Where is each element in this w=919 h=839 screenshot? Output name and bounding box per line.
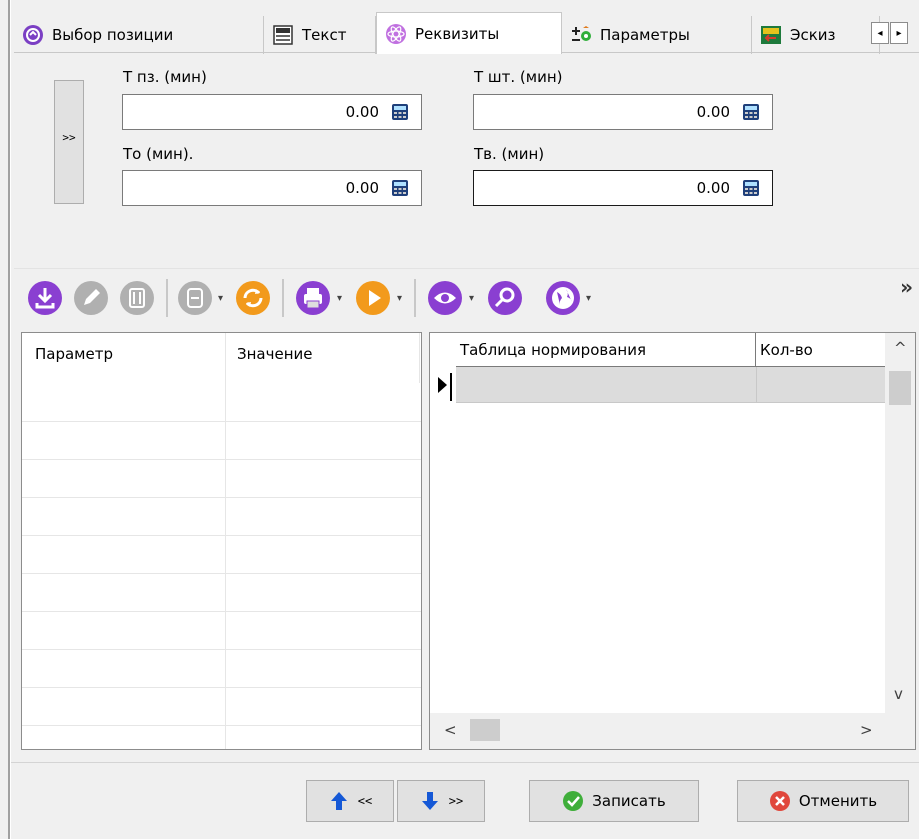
window-left-border-highlight xyxy=(10,0,11,839)
toolbar-separator xyxy=(414,279,416,317)
row-line xyxy=(22,573,421,574)
tv-label: Тв. (мин) xyxy=(474,145,545,163)
parameters-grid[interactable]: Параметр Значение xyxy=(21,332,422,750)
tpz-label: Т пз. (мин) xyxy=(123,68,207,86)
scrollbar-thumb[interactable] xyxy=(470,719,500,741)
row-line xyxy=(22,649,421,650)
globe-icon[interactable] xyxy=(544,279,582,317)
row-line xyxy=(22,535,421,536)
tab-label: Эскиз xyxy=(790,26,836,44)
chevron-down-icon[interactable]: ▾ xyxy=(397,293,407,304)
toolbar-overflow-button[interactable]: » xyxy=(900,275,913,299)
chevron-down-icon[interactable]: ▾ xyxy=(469,293,479,304)
view-icon[interactable] xyxy=(426,279,464,317)
row-line xyxy=(22,611,421,612)
tpz-field[interactable]: 0.00 xyxy=(122,94,422,130)
checkmark-icon xyxy=(563,791,584,811)
row-indicator-column xyxy=(430,333,456,749)
sketch-icon xyxy=(761,26,781,44)
column-separator xyxy=(419,333,420,383)
tab-scroll-left-button[interactable]: ◂ xyxy=(871,22,889,44)
toolbar-separator xyxy=(166,279,168,317)
toolbar: ▾ ▾ ▾ ▾ ▾ » xyxy=(14,268,919,328)
column-header-value[interactable]: Значение xyxy=(237,345,313,363)
print-icon[interactable] xyxy=(294,279,332,317)
text-document-icon xyxy=(273,25,293,45)
expand-panel-button[interactable]: >> xyxy=(54,80,84,204)
column-header-parameter[interactable]: Параметр xyxy=(35,345,113,363)
row-line xyxy=(22,421,421,422)
tpz-value: 0.00 xyxy=(345,103,379,121)
scroll-left-button[interactable]: < xyxy=(444,721,457,739)
tv-field[interactable]: 0.00 xyxy=(473,170,773,206)
current-row-marker xyxy=(450,373,452,401)
arrow-down-icon xyxy=(421,792,438,810)
toolbar-separator xyxy=(282,279,284,317)
row-line xyxy=(22,459,421,460)
column-header-quantity[interactable]: Кол-во xyxy=(756,333,886,367)
tsht-field[interactable]: 0.00 xyxy=(473,94,773,130)
cell-separator xyxy=(756,367,757,403)
tab-scroll-right-button[interactable]: ▸ xyxy=(890,22,908,44)
refresh-icon[interactable] xyxy=(234,279,272,317)
calculator-icon[interactable] xyxy=(742,103,760,121)
import-icon[interactable] xyxy=(26,279,64,317)
current-row-arrow-icon xyxy=(438,377,447,393)
save-button[interactable]: Записать xyxy=(529,780,699,822)
to-value: 0.00 xyxy=(345,179,379,197)
table-row[interactable] xyxy=(456,367,886,403)
edit-icon[interactable] xyxy=(72,279,110,317)
tsht-label: Т шт. (мин) xyxy=(474,68,563,86)
row-line xyxy=(22,497,421,498)
tab-label: Реквизиты xyxy=(415,24,500,43)
vertical-scrollbar[interactable]: ^ v xyxy=(885,333,915,713)
position-select-icon xyxy=(23,25,43,45)
tab-label: Текст xyxy=(302,26,347,44)
chevron-down-icon[interactable]: ▾ xyxy=(337,293,347,304)
delete-icon[interactable] xyxy=(118,279,156,317)
chevron-down-icon[interactable]: ▾ xyxy=(586,293,596,304)
collapse-icon[interactable] xyxy=(176,279,214,317)
scrollbar-thumb[interactable] xyxy=(889,371,911,405)
tab-parameters[interactable]: Параметры xyxy=(562,16,752,54)
to-field[interactable]: 0.00 xyxy=(122,170,422,206)
row-line xyxy=(22,725,421,726)
calculator-icon[interactable] xyxy=(391,103,409,121)
tsht-value: 0.00 xyxy=(696,103,730,121)
table-header: Таблица нормирования Кол-во xyxy=(456,333,886,367)
chevron-down-icon[interactable]: ▾ xyxy=(218,293,228,304)
scroll-right-button[interactable]: > xyxy=(860,721,873,739)
atom-icon xyxy=(386,23,406,44)
parameters-icon xyxy=(572,26,591,41)
norm-table-grid[interactable]: Таблица нормирования Кол-во ^ v < > xyxy=(429,332,916,750)
search-icon[interactable] xyxy=(486,279,524,317)
scroll-down-button[interactable]: v xyxy=(894,685,903,703)
calculator-icon[interactable] xyxy=(391,179,409,197)
tab-position-select[interactable]: Выбор позиции xyxy=(14,16,264,54)
next-button[interactable]: >> xyxy=(397,780,485,822)
tab-requisites[interactable]: Реквизиты xyxy=(376,12,562,54)
tab-label: Параметры xyxy=(600,26,690,44)
calculator-icon[interactable] xyxy=(742,179,760,197)
scroll-up-button[interactable]: ^ xyxy=(894,339,907,357)
horizontal-scrollbar[interactable]: < > xyxy=(430,713,915,749)
tv-value: 0.00 xyxy=(696,179,730,197)
cancel-button[interactable]: Отменить xyxy=(737,780,909,822)
previous-button[interactable]: << xyxy=(306,780,394,822)
footer-divider xyxy=(11,762,919,763)
tab-text[interactable]: Текст xyxy=(264,16,376,54)
row-line xyxy=(22,687,421,688)
column-header-norm-table[interactable]: Таблица нормирования xyxy=(456,333,756,367)
close-icon xyxy=(769,791,790,811)
play-icon[interactable] xyxy=(354,279,392,317)
tab-label: Выбор позиции xyxy=(52,26,174,44)
to-label: То (мин). xyxy=(123,145,194,163)
tab-strip: Выбор позиции Текст Реквизиты Параметры xyxy=(14,12,919,54)
arrow-up-icon xyxy=(330,792,347,810)
tab-sketch[interactable]: Эскиз xyxy=(752,16,880,54)
